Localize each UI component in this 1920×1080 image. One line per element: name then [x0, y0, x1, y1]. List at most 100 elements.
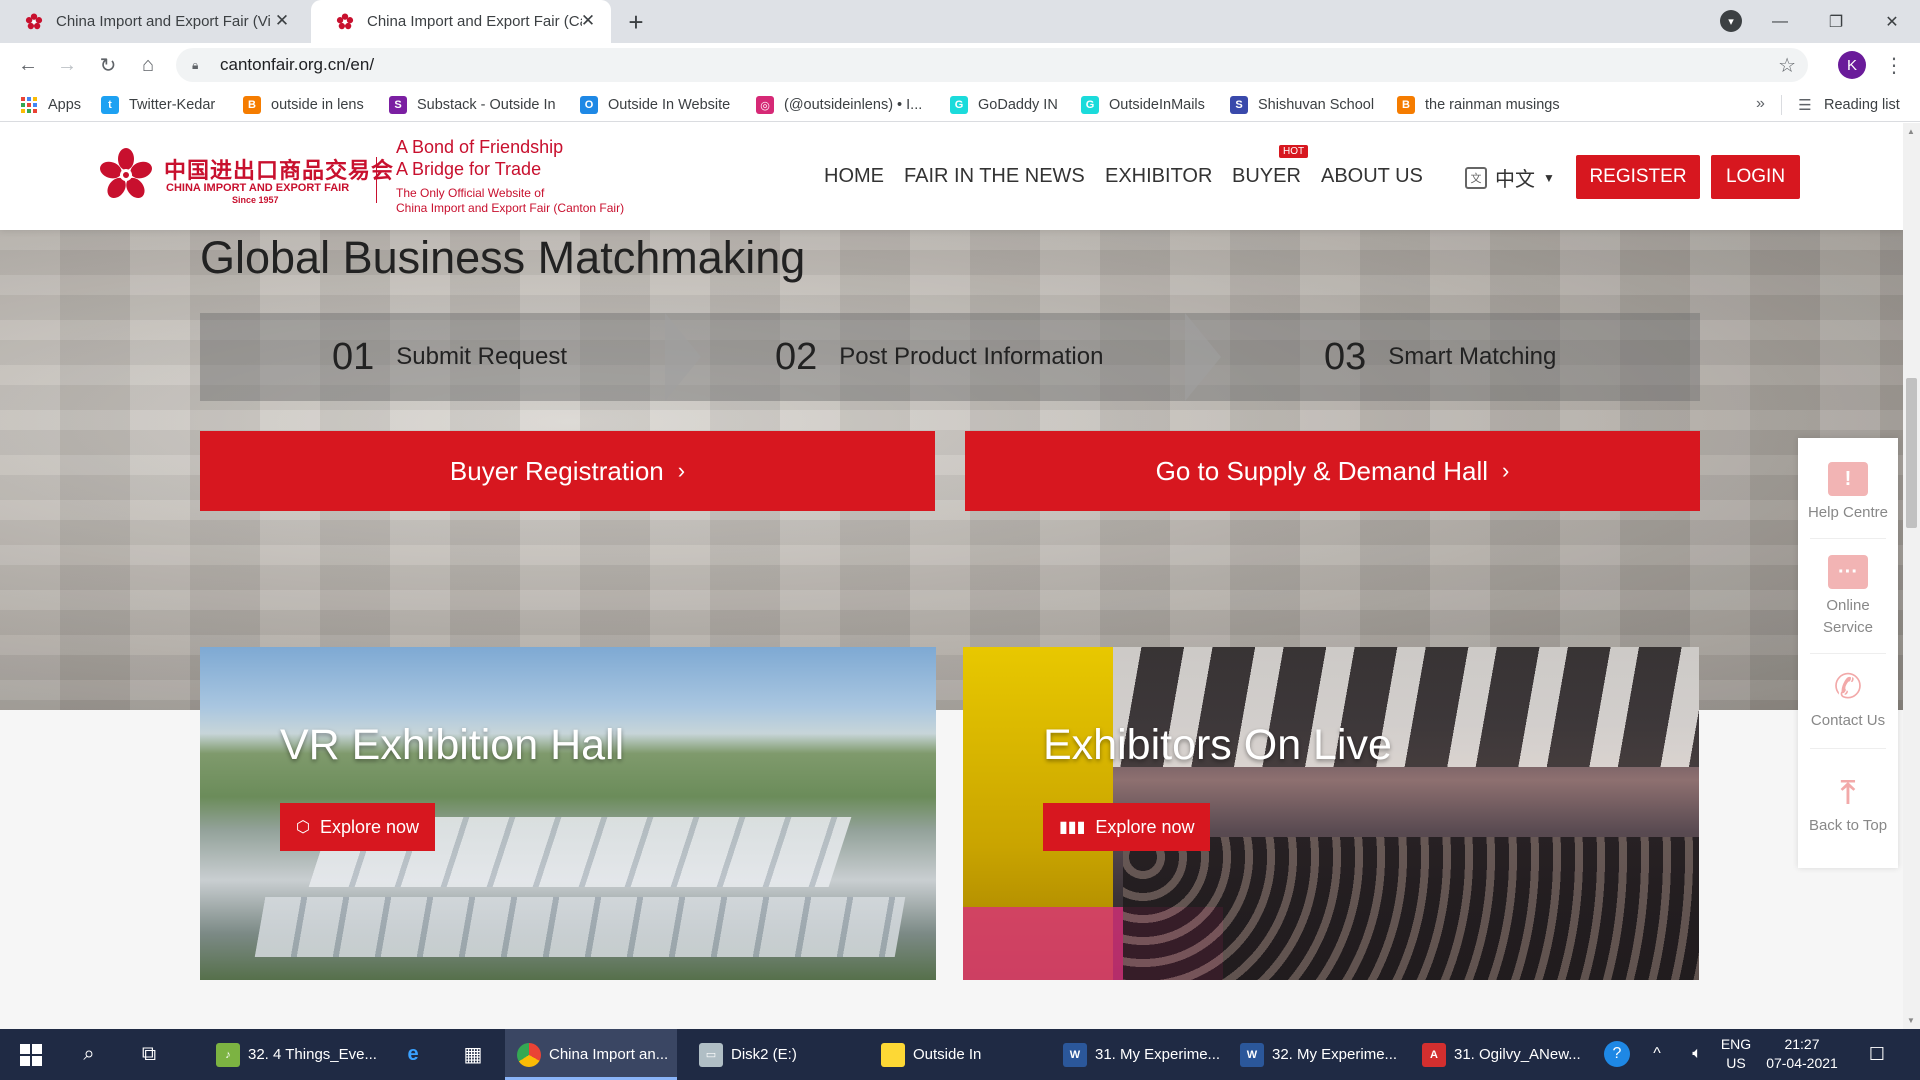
bookmark-label: Shishuvan School [1258, 97, 1375, 113]
forward-arrow-icon[interactable]: → [53, 51, 81, 79]
address-bar[interactable]: 🔒︎ cantonfair.org.cn/en/ ☆ [176, 48, 1808, 82]
bookmark-rainman-musings[interactable]: B the rainman musings [1397, 94, 1560, 116]
browser-tab-strip: China Import and Export Fair (Vir ✕ Chin… [0, 0, 1920, 43]
bookmark-outside-in-website[interactable]: O Outside In Website [580, 94, 730, 116]
window-controls: — ❐ ✕ [1752, 0, 1920, 43]
nav-fair-in-the-news[interactable]: FAIR IN THE NEWS [904, 165, 1085, 188]
taskbar-app-outside-in[interactable]: Outside In [869, 1029, 1041, 1080]
notifications-icon[interactable]: ☐ [1864, 1041, 1890, 1067]
speaker-icon[interactable]: 🔈︎ [1684, 1041, 1710, 1067]
canton-fair-logo-icon[interactable] [98, 147, 154, 203]
back-to-top-link[interactable]: ⤒ Back to Top [1798, 775, 1898, 837]
bookmark-substack[interactable]: S Substack - Outside In [389, 94, 556, 116]
nav-about-us[interactable]: ABOUT US [1321, 165, 1423, 188]
nav-exhibitor[interactable]: EXHIBITOR [1105, 165, 1212, 188]
side-divider [1810, 538, 1886, 539]
taskbar-app-chrome[interactable]: China Import an... [505, 1029, 677, 1080]
bookmark-label: OutsideInMails [1109, 97, 1205, 113]
online-service-link[interactable]: ··· Online Service [1798, 555, 1898, 639]
bookmark-label: outside in lens [271, 97, 364, 113]
bookmark-twitter-kedar[interactable]: t Twitter-Kedar [101, 94, 215, 116]
clock[interactable]: 21:27 07-04-2021 [1764, 1035, 1840, 1073]
side-label: Online Service [1822, 597, 1874, 636]
language-selector[interactable]: 文 中文 ▼ [1465, 163, 1555, 192]
arrow-up-icon: ⤒ [1840, 774, 1856, 810]
browser-menu-icon[interactable]: ⋮ [1884, 51, 1904, 79]
blogger-icon: B [243, 96, 261, 114]
bookmark-shishuvan-school[interactable]: S Shishuvan School [1230, 94, 1374, 116]
bookmark-label: (@outsideinlens) • I... [784, 97, 923, 113]
back-arrow-icon[interactable]: ← [14, 51, 42, 79]
bookmark-star-icon[interactable]: ☆ [1778, 53, 1796, 78]
side-divider [1810, 748, 1886, 749]
browser-tab[interactable]: China Import and Export Fair (Vir ✕ [0, 0, 305, 43]
taskbar-app-things[interactable]: ♪ 32. 4 Things_Eve... [204, 1029, 380, 1080]
canton-fair-favicon-icon [24, 12, 44, 32]
taskbar-app-word-32[interactable]: W 32. My Experime... [1228, 1029, 1400, 1080]
explore-now-button[interactable]: ▮▮▮ Explore now [1043, 803, 1211, 851]
taskbar-app-label: 31. My Experime... [1095, 1046, 1221, 1063]
matchmaking-steps: 01 Submit Request 02 Post Product Inform… [200, 313, 1700, 401]
scrollbar-thumb[interactable] [1906, 378, 1917, 528]
bookmark-instagram[interactable]: ◎ (@outsideinlens) • I... [756, 94, 922, 116]
reading-list-icon: ☰ [1798, 97, 1812, 114]
bookmarks-bar: Apps t Twitter-Kedar B outside in lens S… [0, 87, 1920, 122]
bookmark-label: Substack - Outside In [417, 97, 556, 113]
bookmark-apps[interactable]: Apps [20, 94, 81, 116]
side-service-panel: ! Help Centre ··· Online Service ✆ Conta… [1798, 438, 1898, 868]
profile-avatar[interactable]: K [1838, 51, 1866, 79]
tab-close-icon[interactable]: ✕ [271, 10, 293, 32]
step-post-product-information: 02 Post Product Information [775, 313, 1103, 401]
bookmark-outsideinmails[interactable]: G OutsideInMails [1081, 94, 1205, 116]
scroll-down-icon[interactable]: ▼ [1907, 1016, 1915, 1025]
minimize-icon[interactable]: — [1752, 2, 1808, 42]
taskbar-app-pdf[interactable]: A 31. Ogilvy_ANew... [1410, 1029, 1582, 1080]
bookmarks-divider [1781, 95, 1782, 115]
tab-search-chevron-icon[interactable]: ▾ [1720, 10, 1742, 32]
scroll-up-icon[interactable]: ▲ [1907, 127, 1915, 136]
register-button[interactable]: REGISTER [1576, 155, 1700, 199]
input-language[interactable]: ENG US [1716, 1035, 1756, 1073]
nav-home[interactable]: HOME [824, 165, 884, 188]
browser-tab-active[interactable]: China Import and Export Fair (Ca ✕ [311, 0, 611, 43]
windows-start-icon[interactable] [20, 1044, 42, 1066]
tab-close-icon[interactable]: ✕ [577, 10, 599, 32]
matchmaking-banner: Global Business Matchmaking 01 Submit Re… [0, 230, 1903, 710]
restore-icon[interactable]: ❐ [1808, 2, 1864, 42]
search-icon[interactable]: ⌕ [76, 1041, 102, 1067]
home-icon[interactable]: ⌂ [134, 51, 162, 79]
vr-exhibition-hall-card[interactable]: VR Exhibition Hall ⬡ Explore now [200, 647, 936, 980]
side-label: Contact Us [1810, 712, 1886, 729]
step-chevron-icon [1185, 313, 1221, 401]
help-alert-icon: ! [1828, 462, 1868, 496]
chevron-right-icon: › [1502, 458, 1510, 483]
new-tab-plus-icon[interactable]: + [620, 6, 652, 38]
tray-chevron-up-icon[interactable]: ^ [1644, 1041, 1670, 1067]
taskbar-app-disk2[interactable]: ▭ Disk2 (E:) [687, 1029, 859, 1080]
side-divider [1810, 653, 1886, 654]
help-centre-link[interactable]: ! Help Centre [1798, 462, 1898, 524]
task-view-icon[interactable]: ⧉ [136, 1041, 162, 1067]
window-close-icon[interactable]: ✕ [1864, 2, 1920, 42]
contact-us-link[interactable]: ✆ Contact Us [1798, 670, 1898, 732]
taskbar-app-label: Outside In [913, 1046, 982, 1063]
login-button[interactable]: LOGIN [1711, 155, 1800, 199]
page-scrollbar[interactable]: ▲ ▼ [1903, 123, 1920, 1029]
clock-time: 21:27 [1784, 1036, 1820, 1052]
taskbar-app-word-31[interactable]: W 31. My Experime... [1051, 1029, 1223, 1080]
supply-demand-hall-button[interactable]: Go to Supply & Demand Hall › [965, 431, 1700, 511]
buyer-registration-button[interactable]: Buyer Registration › [200, 431, 935, 511]
step-submit-request: 01 Submit Request [332, 313, 567, 401]
explore-now-button[interactable]: ⬡ Explore now [280, 803, 436, 851]
bookmarks-overflow-icon[interactable]: » [1756, 95, 1765, 113]
help-question-icon[interactable]: ? [1604, 1041, 1630, 1067]
reload-icon[interactable]: ↻ [94, 51, 122, 79]
reading-list[interactable]: ☰ Reading list [1796, 94, 1900, 116]
internet-explorer-icon[interactable]: e [400, 1041, 426, 1067]
exhibitors-on-live-card[interactable]: Exhibitors On Live ▮▮▮ Explore now [963, 647, 1699, 980]
bookmark-godaddy[interactable]: G GoDaddy IN [950, 94, 1058, 116]
bookmark-outside-in-lens[interactable]: B outside in lens [243, 94, 364, 116]
calculator-icon[interactable]: ▦ [460, 1041, 486, 1067]
word-document-icon: W [1063, 1042, 1087, 1067]
nav-buyer[interactable]: BUYER [1232, 165, 1301, 188]
